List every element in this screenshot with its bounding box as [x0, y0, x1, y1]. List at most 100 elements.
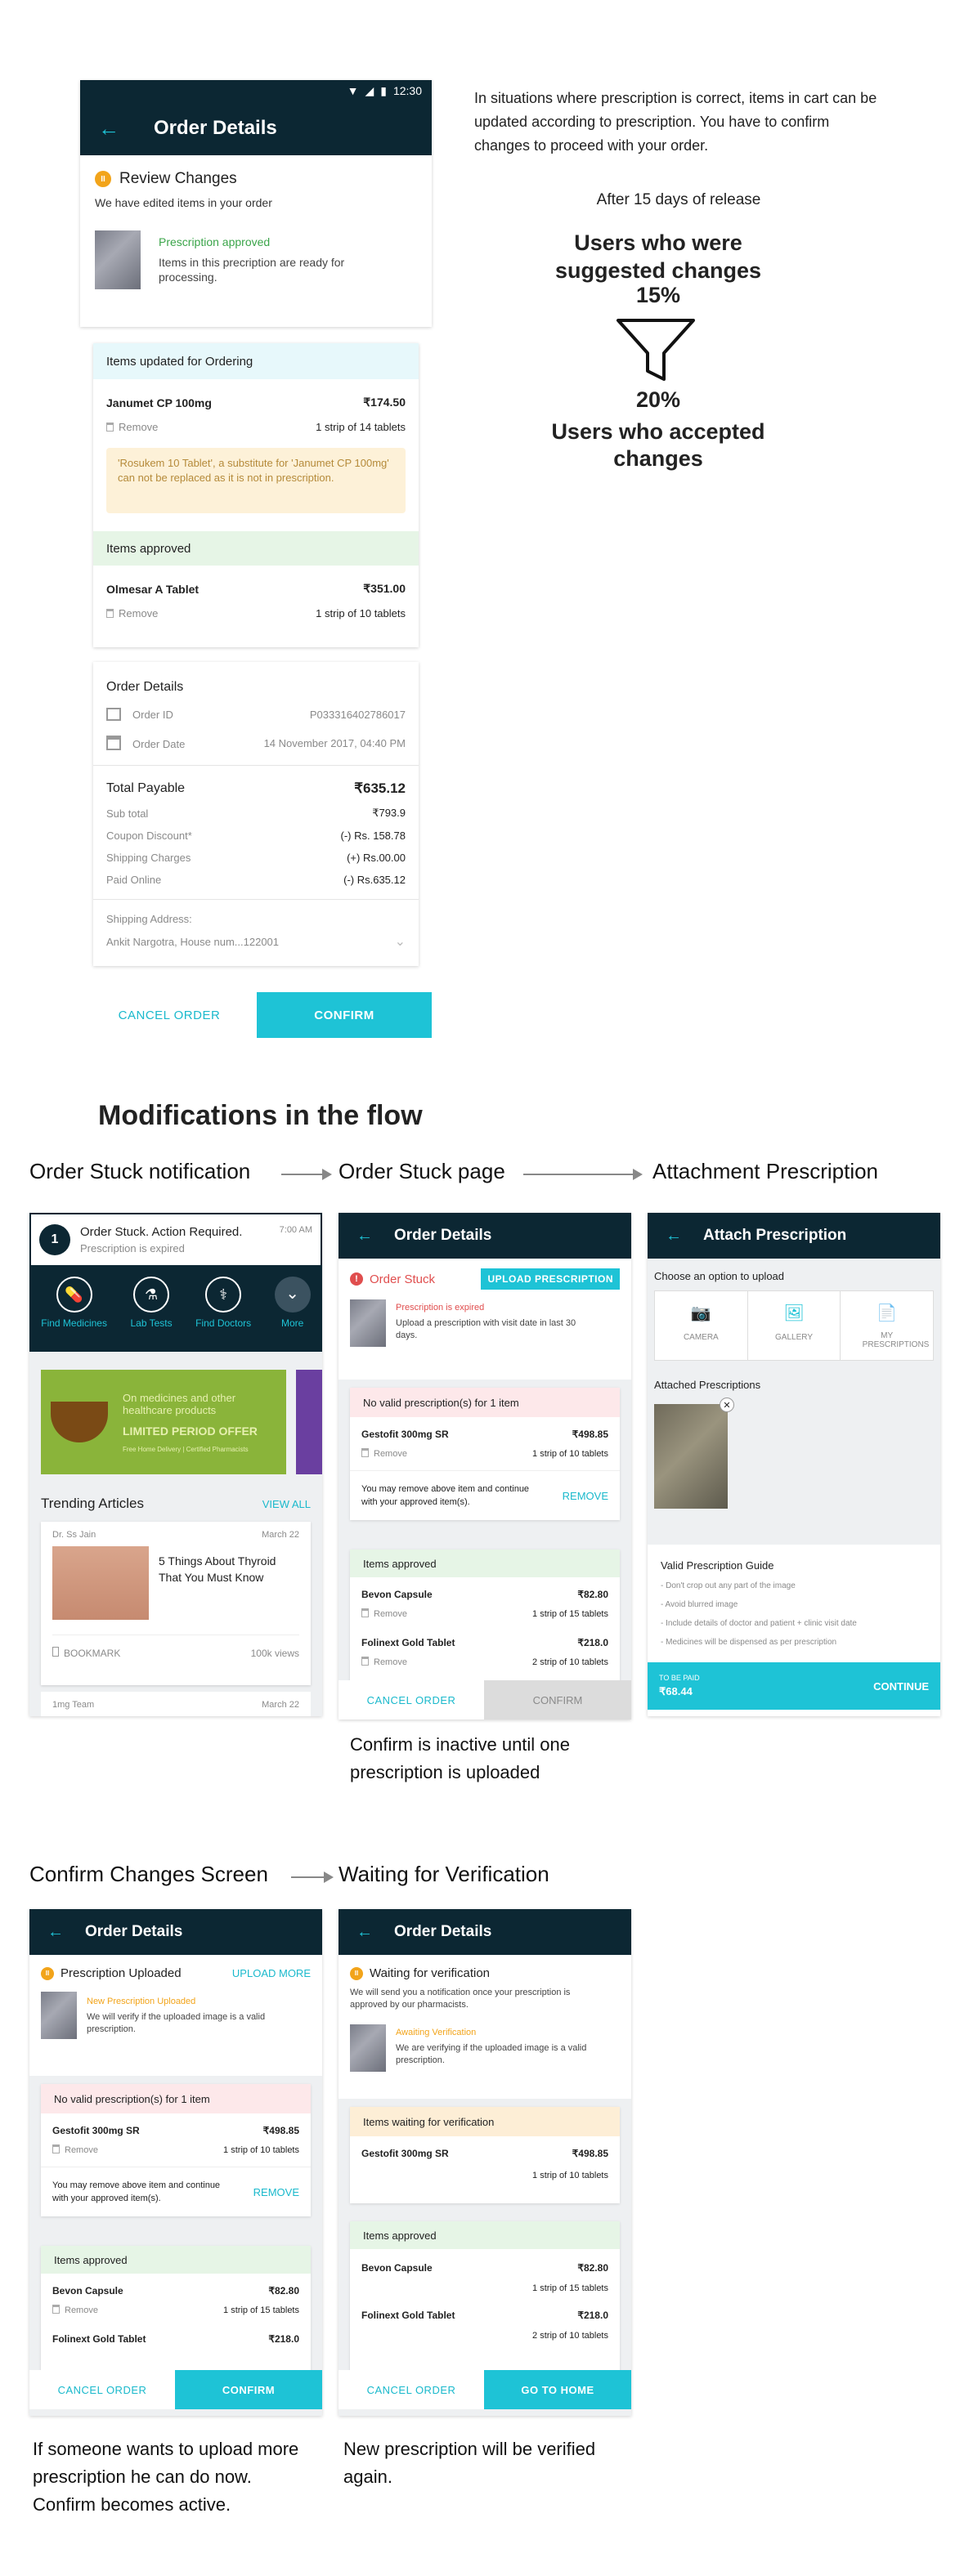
upload-more-link[interactable]: UPLOAD MORE	[232, 1967, 311, 1979]
back-arrow-icon[interactable]: ←	[356, 1923, 373, 1942]
upload-prescription-button[interactable]: UPLOAD PRESCRIPTION	[481, 1268, 620, 1290]
approved-desc: Items in this precription are ready for …	[159, 256, 345, 284]
alert-icon: !	[350, 1272, 363, 1286]
category-lab-tests[interactable]: ⚗ Lab Tests	[130, 1277, 173, 1329]
items-card: Items updated for Ordering Janumet CP 10…	[93, 343, 419, 647]
gallery-icon: 🖼	[783, 1304, 805, 1322]
shipping-row: Shipping Charges (+) Rs.00.00	[106, 852, 406, 864]
flow-arrow	[281, 1169, 332, 1180]
notification-screen: 1 Order Stuck. Action Required. 7:00 AM Pr…	[29, 1213, 322, 1716]
trash-icon	[106, 423, 114, 432]
back-arrow-icon[interactable]: ←	[98, 116, 119, 141]
warning-box: 'Rosukem 10 Tablet', a substitute for 'J…	[106, 448, 406, 513]
mortar-icon	[51, 1402, 108, 1442]
camera-option[interactable]: 📷 CAMERA	[655, 1291, 748, 1360]
approved-card: Items approved Bevon Capsule ₹82.80 Remove…	[350, 1550, 620, 1688]
remove-link[interactable]: Remove	[106, 607, 158, 619]
no-valid-card: No valid prescription(s) for 1 item Gest…	[350, 1388, 620, 1520]
category-doctors[interactable]: ⚕ Find Doctors	[195, 1277, 251, 1329]
remove-button[interactable]: REMOVE	[253, 2186, 299, 2198]
accepted-label: Users who accepted changes	[551, 419, 765, 471]
review-desc: We have edited items in your order	[95, 196, 272, 209]
wifi-icon: ▼	[347, 84, 359, 97]
prescription-thumbnail[interactable]	[95, 230, 141, 289]
approved-label: Prescription approved	[159, 235, 271, 248]
note-verified-again: New prescription will be verified again.	[343, 2439, 596, 2487]
view-all-link[interactable]: VIEW ALL	[262, 1498, 311, 1510]
confirm-button[interactable]: CONFIRM	[257, 992, 432, 1038]
back-arrow-icon[interactable]: ←	[666, 1227, 682, 1246]
go-to-home-button[interactable]: GO TO HOME	[484, 2370, 631, 2409]
pause-icon: II	[350, 1966, 363, 1980]
back-arrow-icon[interactable]: ←	[47, 1923, 64, 1942]
order-date-row: Order Date 14 November 2017, 04:40 PM	[106, 736, 406, 750]
item-price: ₹174.50	[363, 396, 406, 409]
section-title: Modifications in the flow	[98, 1100, 423, 1131]
remove-link[interactable]: Remove	[106, 421, 158, 433]
signal-icon: ◢	[365, 83, 374, 97]
chevron-down-icon: ⌄	[274, 1277, 311, 1313]
review-section: II Review Changes We have edited items i…	[80, 155, 432, 304]
total-payable-row: Total Payable ₹635.12	[106, 780, 406, 796]
item-row: Janumet CP 100mg ₹174.50 Remove 1 strip of…	[93, 379, 419, 433]
stethoscope-icon: ⚕	[205, 1277, 242, 1313]
order-details-title: Order Details	[106, 680, 184, 694]
trash-icon	[361, 1448, 369, 1457]
heading-attachment: Attachment Prescription	[652, 1159, 879, 1183]
bookmark-button[interactable]: BOOKMARK	[52, 1647, 120, 1659]
cancel-order-button[interactable]: CANCEL ORDER	[339, 1680, 484, 1720]
after-label: After 15 days of release	[596, 191, 761, 208]
article-image	[52, 1546, 149, 1620]
page-title: Order Details	[394, 1227, 492, 1244]
cancel-order-button[interactable]: CANCEL ORDER	[339, 2370, 484, 2409]
remove-link[interactable]: Remove	[361, 1448, 407, 1459]
page-title: Attach Prescription	[703, 1227, 847, 1244]
upload-options: 📷 CAMERA 🖼 GALLERY 📄 MY PRESCRIPTIONS	[654, 1290, 934, 1361]
attached-prescription[interactable]: ✕	[654, 1398, 734, 1509]
heading-confirm-changes: Confirm Changes Screen	[29, 1862, 268, 1886]
trash-icon	[52, 2305, 60, 2314]
prescription-thumbnail	[350, 2024, 386, 2072]
flask-icon: ⚗	[133, 1277, 170, 1313]
coupon-row: Coupon Discount* (-) Rs. 158.78	[106, 830, 406, 842]
remove-link[interactable]: Remove	[52, 2144, 98, 2155]
attach-prescription-screen: ← Attach Prescription Choose an option to…	[648, 1213, 940, 1716]
paid-row: Paid Online (-) Rs.635.12	[106, 874, 406, 886]
article-card[interactable]: 1mg Team March 22	[41, 1692, 311, 1716]
promo-banner[interactable]: On medicines and other healthcare produc…	[41, 1370, 286, 1474]
back-arrow-icon[interactable]: ←	[356, 1227, 373, 1246]
article-card[interactable]: Dr. Ss Jain March 22 5 Things About Thyro…	[41, 1522, 311, 1685]
no-valid-card: No valid prescription(s) for 1 item Gest…	[41, 2084, 311, 2216]
intro-text: In situations where prescription is corr…	[474, 90, 877, 154]
page-title: Order Details	[85, 1923, 183, 1940]
cancel-order-button[interactable]: CANCEL ORDER	[29, 2370, 175, 2409]
status-bar: ▼ ◢ ▮ 12:30	[80, 80, 432, 101]
trash-icon	[361, 1657, 369, 1666]
my-prescriptions-option[interactable]: 📄 MY PRESCRIPTIONS	[841, 1291, 933, 1360]
funnel-icon	[617, 319, 695, 381]
shipping-address[interactable]: Shipping Address: Ankit Nargotra, House …	[93, 899, 419, 950]
suggested-label: Users who were suggested changes	[554, 230, 762, 283]
notification-card[interactable]: 1 Order Stuck. Action Required. 7:00 AM Pr…	[29, 1213, 322, 1267]
camera-icon: 📷	[690, 1304, 711, 1322]
category-medicines[interactable]: 💊 Find Medicines	[41, 1277, 107, 1329]
item-name: Janumet CP 100mg	[106, 396, 212, 409]
chevron-down-icon: ⌄	[394, 935, 406, 949]
confirm-button[interactable]: CONFIRM	[175, 2370, 322, 2409]
cancel-order-button[interactable]: CANCEL ORDER	[93, 992, 245, 1038]
promo-banner-next[interactable]	[296, 1370, 322, 1474]
box-icon	[106, 708, 121, 721]
battery-icon: ▮	[380, 83, 387, 97]
app-bar: ← Order Details	[80, 101, 432, 155]
item-price: ₹351.00	[363, 582, 406, 595]
page-title: Order Details	[394, 1923, 492, 1940]
gallery-option[interactable]: 🖼 GALLERY	[748, 1291, 841, 1360]
prescription-thumbnail	[350, 1299, 386, 1347]
item-name: Olmesar A Tablet	[106, 582, 200, 596]
category-more[interactable]: ⌄ More	[274, 1277, 311, 1329]
pause-icon: II	[95, 171, 111, 187]
pause-icon: II	[41, 1966, 54, 1980]
continue-button[interactable]: CONTINUE	[873, 1680, 929, 1693]
remove-button[interactable]: REMOVE	[563, 1490, 608, 1502]
close-icon[interactable]: ✕	[720, 1398, 734, 1412]
